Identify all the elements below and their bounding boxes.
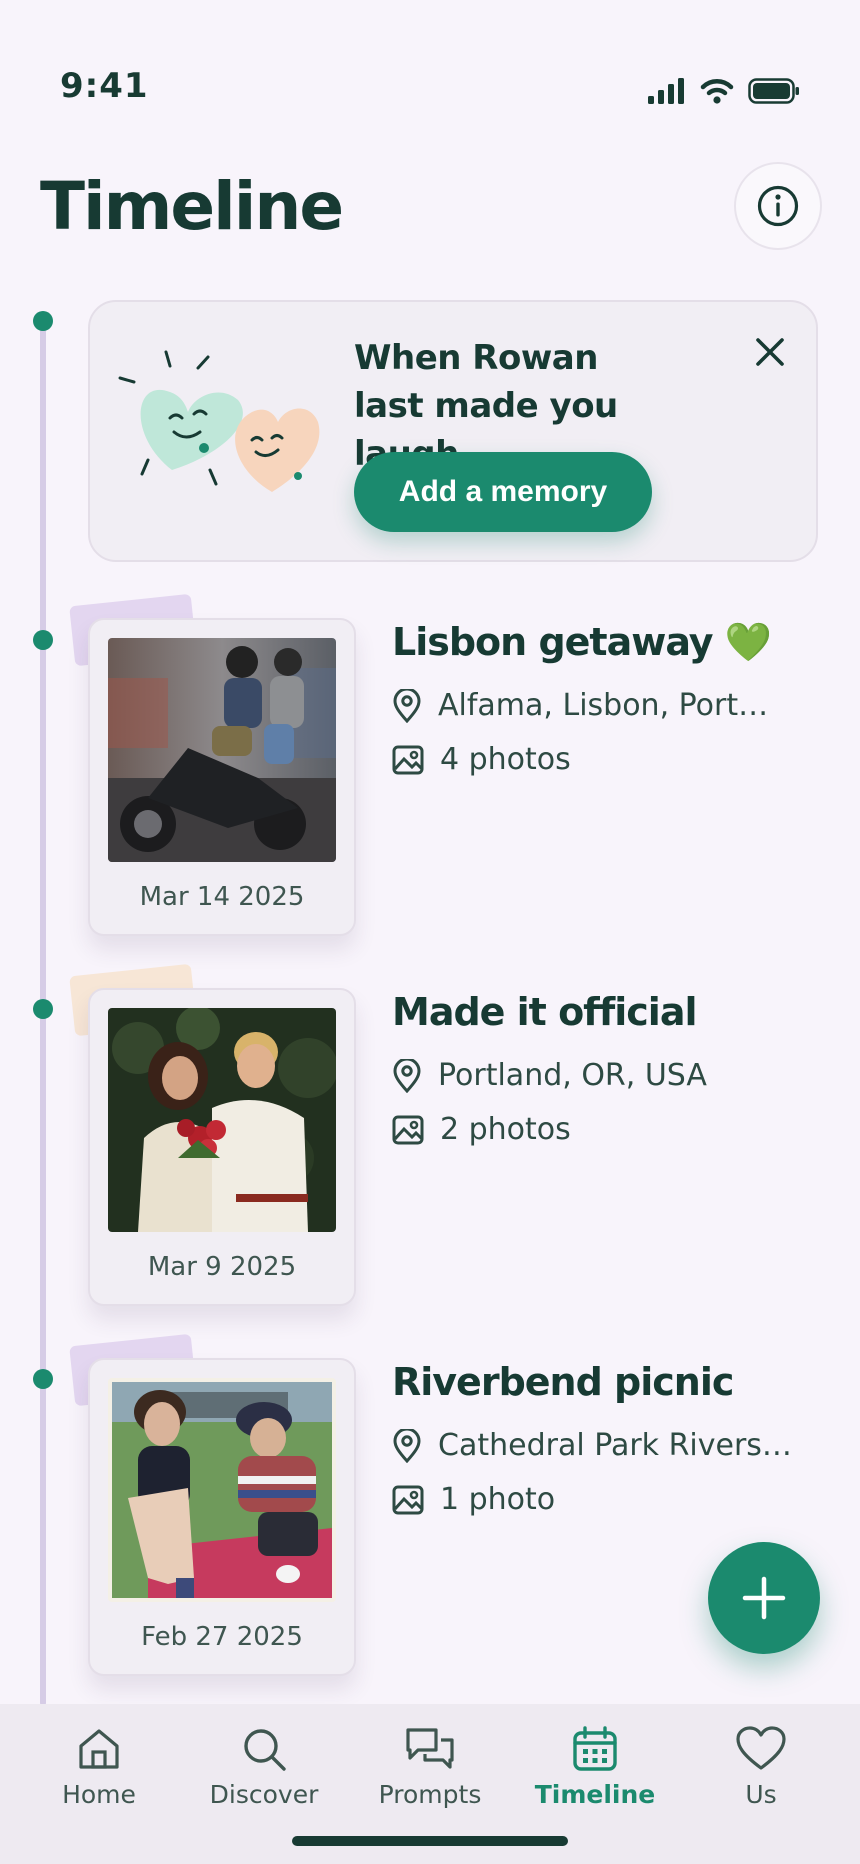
status-icons [648, 78, 800, 104]
timeline-dot [33, 1369, 53, 1389]
memory-photo [108, 1008, 336, 1232]
memory-photo-count-text: 2 photos [440, 1112, 571, 1147]
memory-location: Portland, OR, USA [392, 1058, 707, 1093]
battery-icon [748, 78, 799, 104]
photos-icon [392, 1115, 424, 1144]
memory-photo [108, 638, 336, 862]
memory-photo-card[interactable]: Mar 14 2025 [88, 618, 356, 936]
wifi-icon [700, 79, 734, 104]
memory-date: Mar 9 2025 [147, 1252, 297, 1282]
location-pin-icon [393, 1428, 421, 1463]
timeline-dot [33, 311, 53, 331]
location-pin-icon [393, 688, 421, 723]
memory-photo-card[interactable]: Mar 9 2025 [88, 988, 356, 1306]
plus-icon [742, 1576, 786, 1620]
photos-icon [392, 1485, 424, 1514]
page-title: Timeline [40, 168, 344, 245]
memory-photo [108, 1378, 336, 1602]
search-icon [244, 1729, 286, 1771]
memory-date: Mar 14 2025 [139, 882, 305, 912]
memory-photo-count: 2 photos [392, 1112, 571, 1147]
memory-photo-count-text: 4 photos [440, 742, 571, 777]
nav-timeline[interactable]: Timeline [520, 1726, 670, 1809]
add-memory-button[interactable]: Add a memory [354, 452, 652, 532]
memory-location-text: Portland, OR, USA [438, 1058, 707, 1093]
nav-discover-label: Discover [209, 1780, 319, 1809]
nav-prompts-label: Prompts [378, 1780, 482, 1809]
memory-photo-count-text: 1 photo [440, 1482, 556, 1517]
nav-discover[interactable]: Discover [189, 1726, 339, 1809]
signal-icon [648, 78, 684, 104]
memory-location: Cathedral Park Rivers… [392, 1428, 792, 1463]
nav-prompts[interactable]: Prompts [355, 1726, 505, 1809]
calendar-icon [573, 1726, 617, 1771]
timeline-dot [33, 999, 53, 1019]
memory-title[interactable]: Riverbend picnic [392, 1360, 734, 1404]
couple-photo [108, 1008, 336, 1232]
hearts-illustration-icon [118, 350, 320, 492]
home-icon [79, 1729, 119, 1769]
nav-home[interactable]: Home [24, 1726, 174, 1809]
memory-location-text: Cathedral Park Rivers… [438, 1428, 792, 1463]
home-indicator [292, 1836, 568, 1846]
nav-us-label: Us [745, 1780, 777, 1809]
heart-icon [736, 1726, 786, 1770]
location-pin-icon [393, 1058, 421, 1093]
nav-timeline-label: Timeline [534, 1780, 656, 1809]
memory-title[interactable]: Made it official [392, 990, 697, 1034]
timeline-dot [33, 630, 53, 650]
nav-home-label: Home [62, 1780, 136, 1809]
memory-photo-count: 4 photos [392, 742, 571, 777]
chat-bubbles-icon [406, 1728, 454, 1769]
info-icon [757, 185, 799, 227]
memory-location: Alfama, Lisbon, Port… [392, 688, 768, 723]
memory-photo-count: 1 photo [392, 1482, 555, 1517]
dismiss-prompt-button[interactable] [748, 330, 792, 374]
info-button[interactable] [734, 162, 822, 250]
memory-photo-card[interactable]: Feb 27 2025 [88, 1358, 356, 1676]
scooter-photo [108, 638, 336, 862]
close-icon [756, 338, 784, 366]
status-time: 9:41 [60, 66, 149, 106]
nav-us[interactable]: Us [686, 1726, 836, 1809]
picnic-photo [108, 1378, 336, 1602]
memory-location-text: Alfama, Lisbon, Port… [438, 688, 769, 723]
memory-date: Feb 27 2025 [141, 1622, 303, 1652]
photos-icon [392, 745, 424, 774]
add-memory-fab[interactable] [708, 1542, 820, 1654]
memory-title[interactable]: Lisbon getaway 💚 [392, 620, 772, 665]
